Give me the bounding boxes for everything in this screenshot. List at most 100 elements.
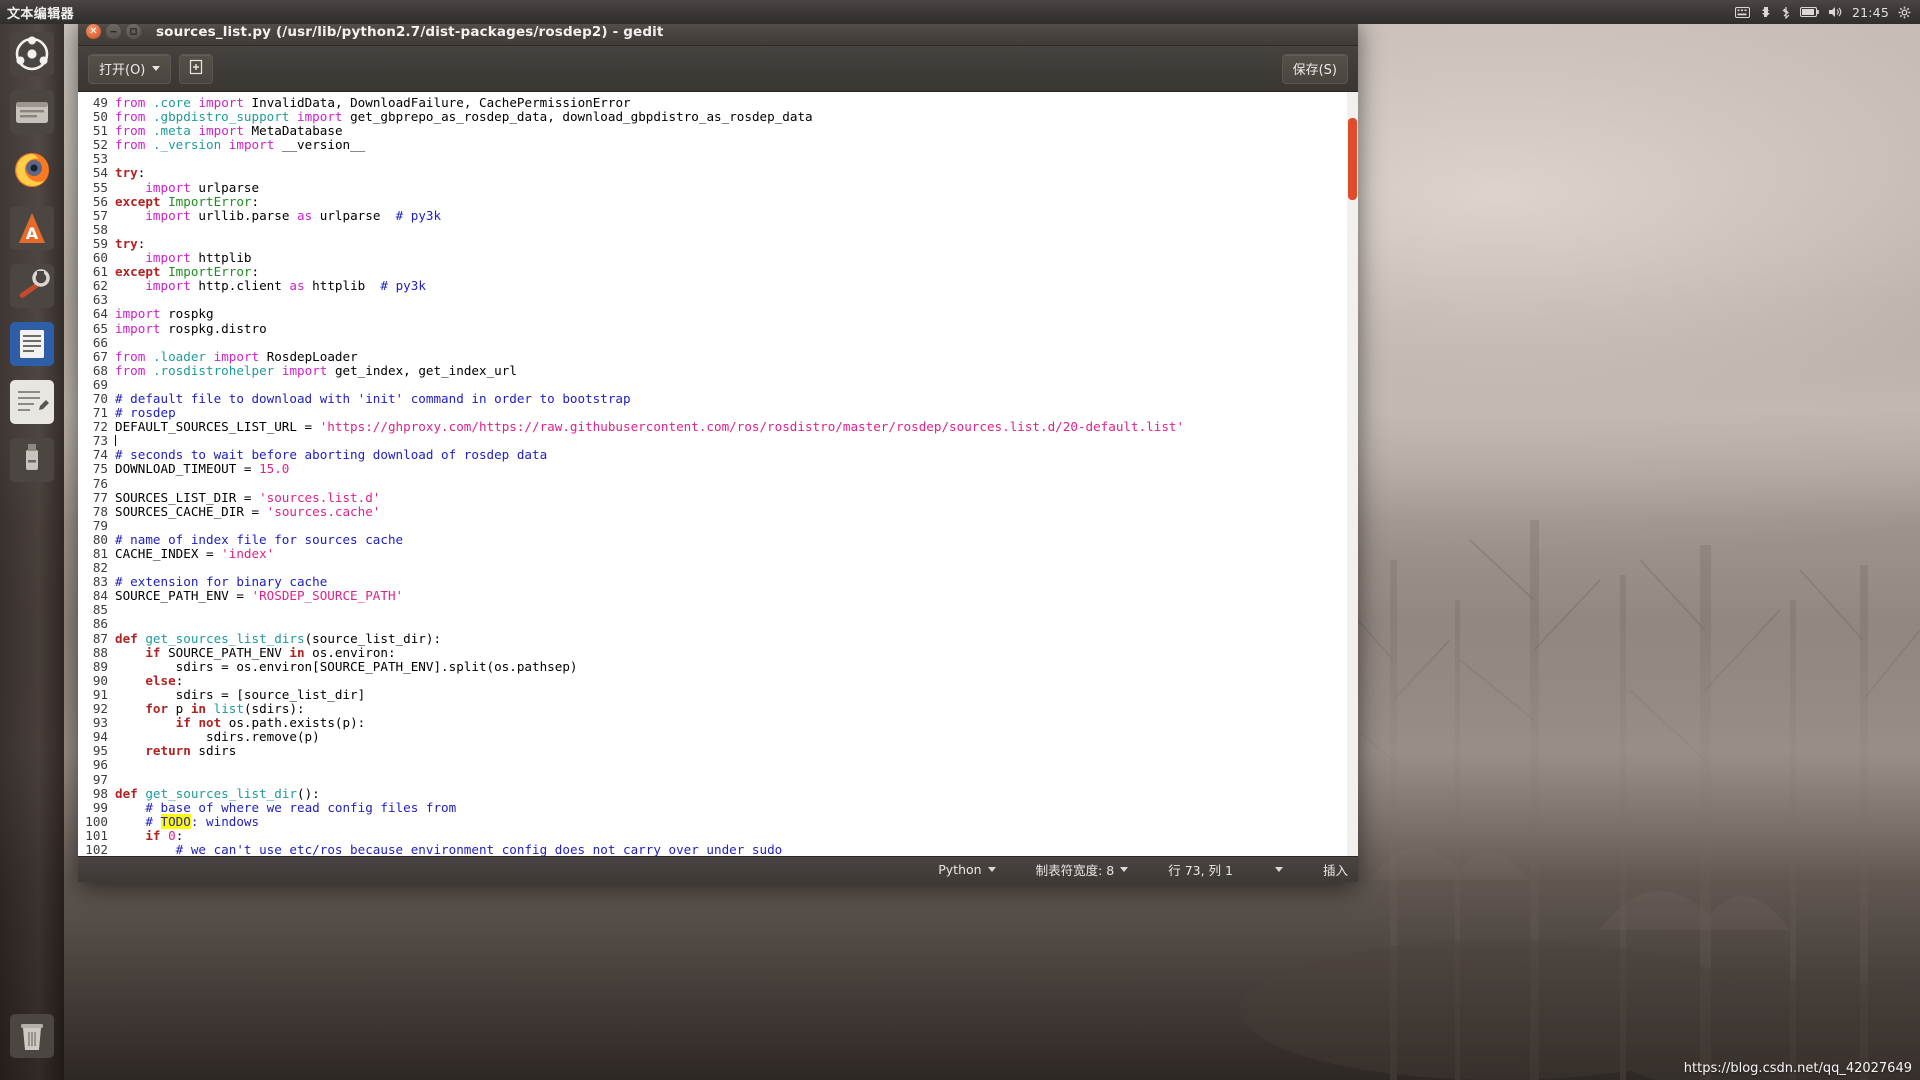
line-number: 73 — [82, 434, 108, 448]
sidebar-item-firefox-icon[interactable] — [8, 146, 56, 194]
code-token — [115, 208, 145, 223]
code-token: 0 — [168, 828, 176, 843]
svg-text:A: A — [26, 224, 39, 243]
code-line: 66 — [82, 336, 1358, 350]
sidebar-item-ubuntu-dash-icon[interactable] — [8, 30, 56, 78]
language-label: Python — [938, 862, 981, 877]
code-token: # — [145, 814, 160, 829]
system-tray: 21:45 — [1735, 0, 1920, 24]
line-number: 51 — [82, 124, 108, 138]
language-selector[interactable]: Python — [938, 862, 995, 877]
code-token — [145, 349, 153, 364]
line-number: 65 — [82, 322, 108, 336]
code-text[interactable]: 49from .core import InvalidData, Downloa… — [82, 92, 1358, 856]
code-token: 15.0 — [259, 461, 289, 476]
code-token — [115, 250, 145, 265]
code-token: # seconds to wait before aborting downlo… — [115, 447, 547, 462]
code-token — [115, 814, 145, 829]
line-number: 85 — [82, 603, 108, 617]
open-button[interactable]: 打开(O) — [88, 54, 171, 84]
code-token: for — [145, 701, 168, 716]
code-token: InvalidData, DownloadFailure, CachePermi… — [244, 95, 631, 110]
line-number: 88 — [82, 646, 108, 660]
editor-area[interactable]: 49from .core import InvalidData, Downloa… — [78, 92, 1358, 856]
code-line: 61except ImportError: — [82, 265, 1358, 279]
code-token: p — [168, 701, 191, 716]
window-minimize-button[interactable] — [106, 24, 121, 39]
code-token: httplib — [305, 278, 381, 293]
code-line: 76 — [82, 477, 1358, 491]
line-number: 55 — [82, 181, 108, 195]
code-token: TODO — [161, 814, 191, 829]
code-token: import — [297, 109, 343, 124]
code-token: .core — [153, 95, 191, 110]
code-line: 87def get_sources_list_dirs(source_list_… — [82, 632, 1358, 646]
code-token: ._version — [153, 137, 221, 152]
sidebar-item-libreoffice-writer-icon[interactable] — [8, 320, 56, 368]
code-token — [161, 194, 169, 209]
code-token: SOURCES_CACHE_DIR = — [115, 504, 267, 519]
code-token — [115, 278, 145, 293]
panel-clock[interactable]: 21:45 — [1852, 0, 1889, 24]
gear-icon[interactable] — [1898, 0, 1911, 24]
code-token: DOWNLOAD_TIMEOUT = — [115, 461, 259, 476]
code-line: 54try: — [82, 166, 1358, 180]
code-token: # py3k — [380, 278, 426, 293]
code-token — [115, 715, 176, 730]
tab-width-selector[interactable]: 制表符宽度: 8 — [1036, 860, 1129, 879]
unity-launcher: A — [0, 24, 64, 1080]
line-number: 52 — [82, 138, 108, 152]
code-line: 77SOURCES_LIST_DIR = 'sources.list.d' — [82, 491, 1358, 505]
panel-app-name[interactable]: 文本编辑器 — [7, 3, 74, 22]
code-token — [115, 828, 145, 843]
sidebar-item-files-icon[interactable] — [8, 88, 56, 136]
battery-icon[interactable] — [1800, 0, 1819, 24]
window-close-button[interactable]: ✕ — [86, 24, 101, 39]
chevron-down-icon — [1120, 867, 1128, 872]
sidebar-item-system-settings-icon[interactable] — [8, 262, 56, 310]
line-number: 100 — [82, 815, 108, 829]
code-token: return — [145, 743, 191, 758]
save-button[interactable]: 保存(S) — [1282, 54, 1348, 84]
chevron-down-icon — [1275, 867, 1283, 872]
code-line: 81CACHE_INDEX = 'index' — [82, 547, 1358, 561]
code-token: as — [297, 208, 312, 223]
code-token — [115, 842, 176, 856]
sidebar-item-text-editor-icon[interactable] — [8, 378, 56, 426]
line-number: 97 — [82, 773, 108, 787]
code-line: 55 import urlparse — [82, 181, 1358, 195]
status-bar: Python 制表符宽度: 8 行 73, 列 1 插入 — [78, 856, 1358, 882]
code-token: http.client — [191, 278, 290, 293]
network-icon[interactable] — [1759, 0, 1772, 24]
bluetooth-icon[interactable] — [1781, 0, 1791, 24]
new-document-button[interactable] — [179, 54, 213, 84]
code-token: if — [145, 645, 160, 660]
code-line: 65import rospkg.distro — [82, 322, 1358, 336]
code-token: .meta — [153, 123, 191, 138]
line-number: 60 — [82, 251, 108, 265]
watermark-url: https://blog.csdn.net/qq_42027649 — [1684, 1061, 1912, 1076]
code-line: 72DEFAULT_SOURCES_LIST_URL = 'https://gh… — [82, 420, 1358, 434]
line-number: 69 — [82, 378, 108, 392]
sidebar-item-trash-icon[interactable] — [8, 1012, 56, 1060]
code-token: .rosdistrohelper — [153, 363, 274, 378]
code-line: 99 # base of where we read config files … — [82, 801, 1358, 815]
line-number: 86 — [82, 617, 108, 631]
code-token: import — [145, 180, 191, 195]
code-token: in — [191, 701, 206, 716]
keyboard-icon[interactable] — [1735, 0, 1750, 24]
code-token: : — [176, 828, 184, 843]
code-token: as — [289, 278, 304, 293]
scrollbar-thumb[interactable] — [1348, 118, 1357, 200]
code-token: rospkg.distro — [161, 321, 267, 336]
code-line: 59try: — [82, 237, 1358, 251]
code-token — [206, 701, 214, 716]
volume-icon[interactable] — [1828, 0, 1843, 24]
code-token: from — [115, 123, 145, 138]
window-maximize-button[interactable] — [126, 24, 141, 39]
position-label: 行 73, 列 1 — [1168, 860, 1233, 879]
sidebar-item-usb-drive-icon[interactable] — [8, 436, 56, 484]
line-number: 78 — [82, 505, 108, 519]
vertical-scrollbar[interactable] — [1347, 92, 1358, 856]
sidebar-item-ubuntu-software-icon[interactable]: A — [8, 204, 56, 252]
